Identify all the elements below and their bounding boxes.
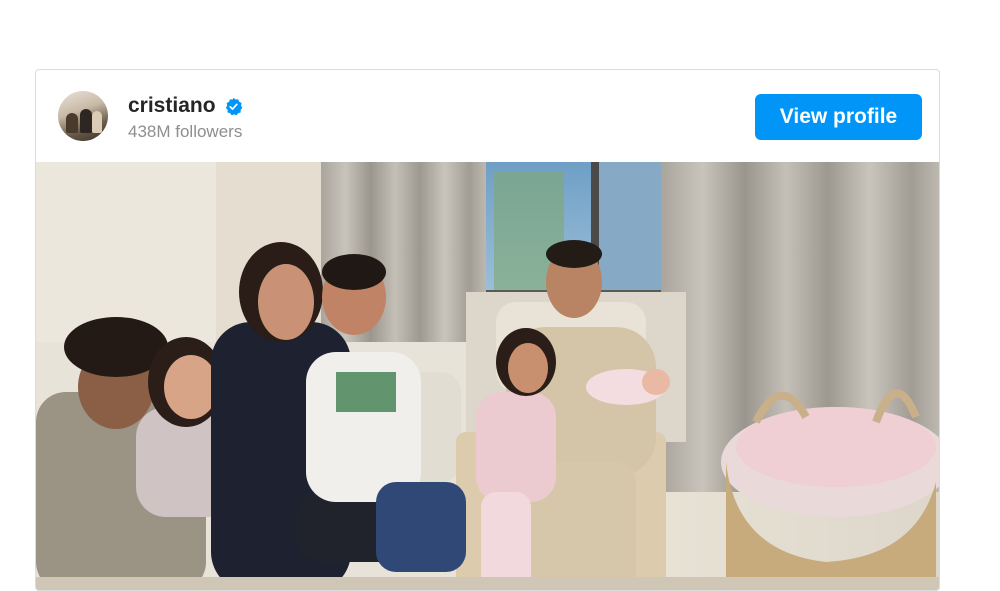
username-row[interactable]: cristiano (128, 94, 243, 118)
username[interactable]: cristiano (128, 94, 216, 118)
family-photo-illustration (36, 162, 939, 590)
verified-badge-icon (225, 97, 242, 115)
instagram-embed-card: cristiano 438M followers View profile (35, 69, 940, 591)
view-profile-button[interactable]: View profile (755, 94, 922, 140)
follower-count: 438M followers (128, 122, 243, 141)
embed-header: cristiano 438M followers View profile (36, 70, 939, 162)
post-photo[interactable] (36, 162, 939, 590)
profile-avatar[interactable] (58, 91, 108, 141)
